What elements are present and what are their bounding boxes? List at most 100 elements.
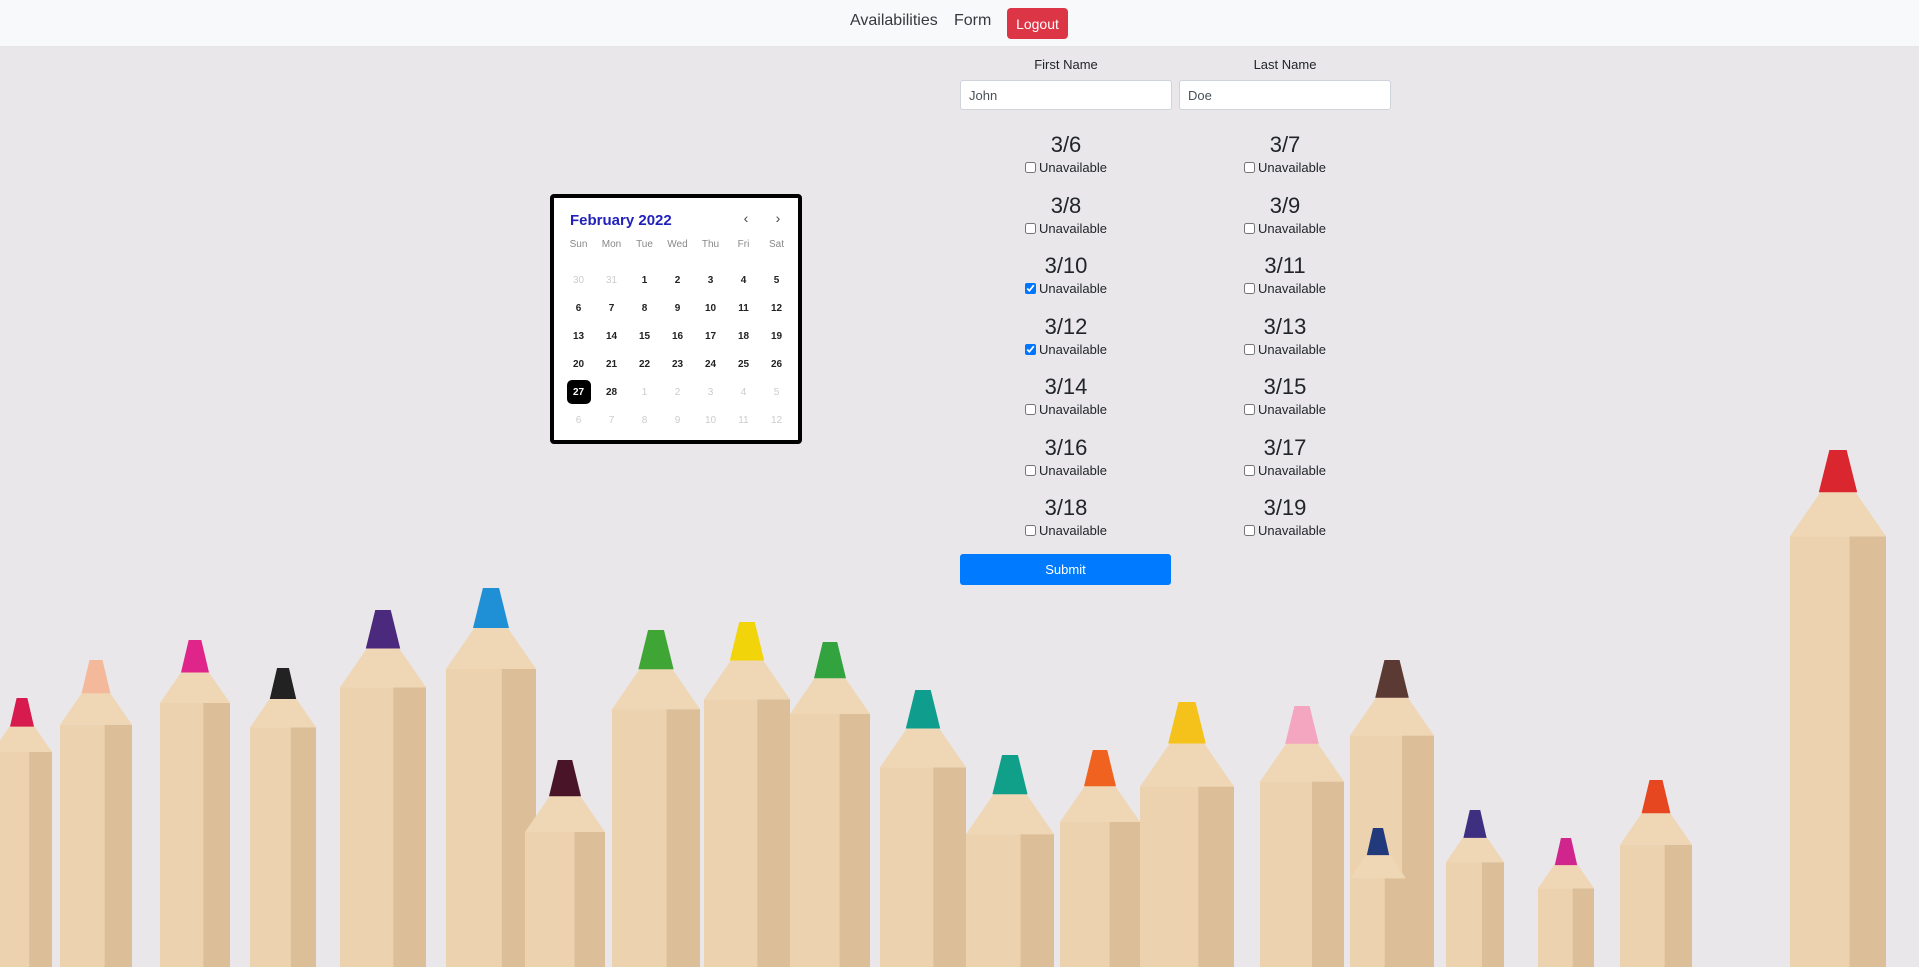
unavailable-checkbox[interactable] bbox=[1244, 525, 1256, 536]
calendar-day[interactable]: 9 bbox=[661, 406, 694, 434]
calendar-day-number: 7 bbox=[608, 302, 615, 314]
unavailable-checkbox[interactable] bbox=[1244, 343, 1256, 355]
calendar-day-number: 20 bbox=[572, 358, 585, 370]
unavailable-checkbox[interactable] bbox=[1025, 222, 1037, 234]
calendar-day[interactable]: 14 bbox=[595, 322, 628, 350]
unavailable-option[interactable]: Unavailable bbox=[1179, 221, 1391, 236]
calendar-day[interactable]: 6 bbox=[562, 294, 595, 322]
unavailable-option[interactable]: Unavailable bbox=[960, 221, 1172, 236]
unavailable-label: Unavailable bbox=[1039, 220, 1107, 236]
unavailable-checkbox[interactable] bbox=[1244, 283, 1256, 294]
calendar-day[interactable]: 19 bbox=[760, 322, 793, 350]
unavailable-label: Unavailable bbox=[1039, 281, 1107, 296]
calendar-day[interactable]: 20 bbox=[562, 350, 595, 378]
calendar-day[interactable]: 8 bbox=[628, 294, 661, 322]
calendar-day[interactable]: 25 bbox=[727, 350, 760, 378]
unavailable-checkbox[interactable] bbox=[1244, 162, 1256, 173]
unavailable-option[interactable]: Unavailable bbox=[960, 342, 1172, 357]
unavailable-checkbox[interactable] bbox=[1025, 464, 1037, 476]
last-name-field[interactable] bbox=[1179, 80, 1391, 110]
calendar-day[interactable]: 4 bbox=[727, 378, 760, 406]
date-title: 3/19 bbox=[1263, 495, 1307, 520]
unavailable-option[interactable]: Unavailable bbox=[1179, 523, 1391, 538]
calendar-day[interactable]: 30 bbox=[562, 266, 595, 294]
calendar-day[interactable]: 12 bbox=[760, 294, 793, 322]
calendar-day[interactable]: 3 bbox=[694, 266, 727, 294]
calendar-day[interactable]: 7 bbox=[595, 406, 628, 434]
calendar-day[interactable]: 24 bbox=[694, 350, 727, 378]
unavailable-option[interactable]: Unavailable bbox=[1179, 402, 1391, 417]
unavailable-checkbox[interactable] bbox=[1244, 464, 1256, 476]
calendar-day[interactable]: 26 bbox=[760, 350, 793, 378]
date-title: 3/6 bbox=[1050, 132, 1082, 157]
unavailable-checkbox[interactable] bbox=[1025, 283, 1037, 294]
unavailable-option[interactable]: Unavailable bbox=[960, 281, 1172, 296]
calendar-day-number: 5 bbox=[773, 274, 780, 286]
submit-button[interactable]: Submit bbox=[960, 554, 1171, 585]
chevron-right-icon[interactable]: › bbox=[769, 210, 787, 226]
calendar-day[interactable]: 16 bbox=[661, 322, 694, 350]
calendar-day-number: 3 bbox=[707, 274, 714, 286]
weekday-header: Wed bbox=[667, 239, 688, 250]
calendar-day[interactable]: 11 bbox=[727, 294, 760, 322]
calendar-day-number: 18 bbox=[737, 330, 750, 342]
calendar-day[interactable]: 2 bbox=[661, 378, 694, 406]
calendar-day[interactable]: 10 bbox=[694, 294, 727, 322]
calendar-day[interactable]: 4 bbox=[727, 266, 760, 294]
calendar-day[interactable]: 28 bbox=[595, 378, 628, 406]
calendar-day[interactable]: 15 bbox=[628, 322, 661, 350]
calendar-day[interactable]: 5 bbox=[760, 378, 793, 406]
calendar-day[interactable]: 31 bbox=[595, 266, 628, 294]
calendar-day-number: 19 bbox=[770, 330, 783, 342]
unavailable-label: Unavailable bbox=[1039, 523, 1107, 538]
calendar-day[interactable]: 22 bbox=[628, 350, 661, 378]
calendar-day[interactable]: 23 bbox=[661, 350, 694, 378]
calendar-day[interactable]: 17 bbox=[694, 322, 727, 350]
unavailable-option[interactable]: Unavailable bbox=[1179, 160, 1391, 175]
calendar-day[interactable]: 2 bbox=[661, 266, 694, 294]
nav-link-form[interactable]: Form bbox=[954, 12, 991, 30]
unavailable-checkbox[interactable] bbox=[1025, 525, 1037, 536]
calendar-day[interactable]: 5 bbox=[760, 266, 793, 294]
calendar-day-number: 4 bbox=[740, 386, 747, 398]
unavailable-option[interactable]: Unavailable bbox=[1179, 281, 1391, 296]
calendar-day[interactable]: 1 bbox=[628, 266, 661, 294]
date-title: 3/8 bbox=[1050, 192, 1082, 218]
calendar-day-number: 1 bbox=[641, 386, 648, 398]
calendar-day[interactable]: 18 bbox=[727, 322, 760, 350]
calendar-day[interactable]: 8 bbox=[628, 406, 661, 434]
unavailable-label: Unavailable bbox=[1039, 341, 1107, 357]
unavailable-checkbox[interactable] bbox=[1244, 222, 1256, 234]
unavailable-checkbox[interactable] bbox=[1025, 343, 1037, 355]
unavailable-option[interactable]: Unavailable bbox=[960, 523, 1172, 538]
unavailable-label: Unavailable bbox=[1258, 402, 1326, 417]
unavailable-option[interactable]: Unavailable bbox=[960, 463, 1172, 478]
calendar-day-number: 13 bbox=[572, 330, 585, 342]
unavailable-option[interactable]: Unavailable bbox=[1179, 342, 1391, 357]
calendar-day-number: 28 bbox=[605, 386, 618, 398]
calendar-day[interactable]: 3 bbox=[694, 378, 727, 406]
calendar-day-selected[interactable]: 27 bbox=[562, 378, 595, 406]
calendar-day[interactable]: 12 bbox=[760, 406, 793, 434]
nav-link-availabilities[interactable]: Availabilities bbox=[850, 12, 938, 30]
unavailable-label: Unavailable bbox=[1039, 462, 1107, 478]
unavailable-option[interactable]: Unavailable bbox=[960, 160, 1172, 175]
calendar-day[interactable]: 6 bbox=[562, 406, 595, 434]
top-navbar: Availabilities Form Logout bbox=[0, 0, 1919, 47]
calendar-day[interactable]: 13 bbox=[562, 322, 595, 350]
chevron-left-icon[interactable]: ‹ bbox=[737, 210, 755, 226]
calendar-day-number: 23 bbox=[671, 358, 684, 370]
unavailable-option[interactable]: Unavailable bbox=[960, 402, 1172, 417]
unavailable-checkbox[interactable] bbox=[1244, 404, 1256, 415]
unavailable-option[interactable]: Unavailable bbox=[1179, 463, 1391, 478]
calendar-day[interactable]: 21 bbox=[595, 350, 628, 378]
unavailable-checkbox[interactable] bbox=[1025, 162, 1037, 173]
logout-button[interactable]: Logout bbox=[1007, 8, 1068, 39]
calendar-day[interactable]: 9 bbox=[661, 294, 694, 322]
calendar-day[interactable]: 7 bbox=[595, 294, 628, 322]
calendar-day[interactable]: 11 bbox=[727, 406, 760, 434]
unavailable-checkbox[interactable] bbox=[1025, 404, 1037, 415]
calendar-day[interactable]: 10 bbox=[694, 406, 727, 434]
first-name-field[interactable] bbox=[960, 80, 1172, 110]
calendar-day[interactable]: 1 bbox=[628, 378, 661, 406]
